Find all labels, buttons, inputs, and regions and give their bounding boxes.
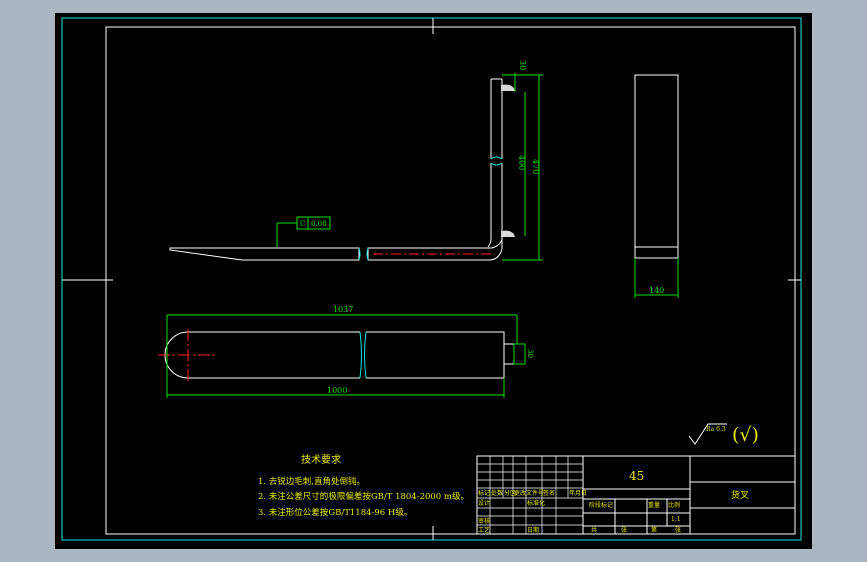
top-view: 1037 1000 30	[158, 305, 534, 398]
rev-date: 年月日	[569, 489, 587, 497]
inner-frame	[105, 26, 796, 535]
dim-pin-diameter: 30	[526, 349, 534, 358]
dim-height-overall: 470	[531, 159, 540, 174]
hook-hatch	[501, 84, 515, 237]
roughness-symbols: Ra 6.3 (√)	[688, 423, 759, 446]
approve-label: 日期	[527, 526, 539, 534]
scale-label: 比例	[668, 501, 680, 509]
standardize-label: 标准化	[527, 499, 545, 507]
dim-length-overall: 1037	[333, 305, 353, 314]
dim-top-offset: 30	[518, 60, 527, 70]
rev-sign: 签名	[543, 489, 555, 497]
tech-requirements: 技术要求 1. 去锐边毛刺,直角处倒钝。 2. 未注公差尺寸的极限偏差按GB/T…	[258, 453, 469, 518]
design-label: 设计	[478, 499, 490, 507]
flatness-symbol: C	[300, 220, 305, 228]
rev-doc: 更改文件号	[514, 489, 544, 497]
drawing-canvas: 30 400 470 C 0.08 140 1037 1000 30 Ra 6.…	[55, 13, 812, 549]
tech-title: 技术要求	[301, 453, 341, 466]
side-view: 30 400 470 C 0.08	[169, 60, 543, 261]
total-label: 共	[591, 526, 597, 534]
weight-label: 重量	[648, 501, 660, 509]
page-label: 第	[651, 526, 657, 534]
tech-item-2: 2. 未注公差尺寸的极限偏差按GB/T 1804-2000 m级。	[258, 491, 469, 502]
drawing-svg: 30 400 470 C 0.08 140 1037 1000 30 Ra 6.…	[61, 17, 802, 541]
dim-length: 1000	[327, 386, 347, 395]
review-label: 审核	[478, 517, 490, 525]
stage-mark-label: 阶段标记	[589, 501, 613, 509]
title-block: 标记 处数 分区 更改文件号 签名 年月日 设计 标准化 审核 工艺 日期 阶段…	[476, 455, 796, 535]
part-name: 货叉	[731, 489, 749, 501]
roughness-value: Ra 6.3	[706, 426, 726, 433]
tech-item-1: 1. 去锐边毛刺,直角处倒钝。	[258, 476, 365, 487]
material: 45	[629, 469, 644, 483]
dim-width: 140	[649, 286, 664, 295]
page-sheets-label: 张	[675, 526, 681, 534]
tech-item-3: 3. 未注形位公差按GB/T1184-96 H级。	[258, 507, 412, 518]
end-view: 140	[634, 74, 679, 298]
flatness-value: 0.08	[311, 220, 327, 228]
process-label: 工艺	[478, 526, 490, 534]
roughness-general: (√)	[732, 424, 759, 446]
rev-mark: 标记	[478, 489, 490, 497]
rev-count: 处数	[491, 489, 503, 497]
sheets-label: 张	[621, 526, 627, 534]
dim-height-inner: 400	[517, 155, 526, 170]
scale-value: 1:1	[671, 516, 681, 523]
